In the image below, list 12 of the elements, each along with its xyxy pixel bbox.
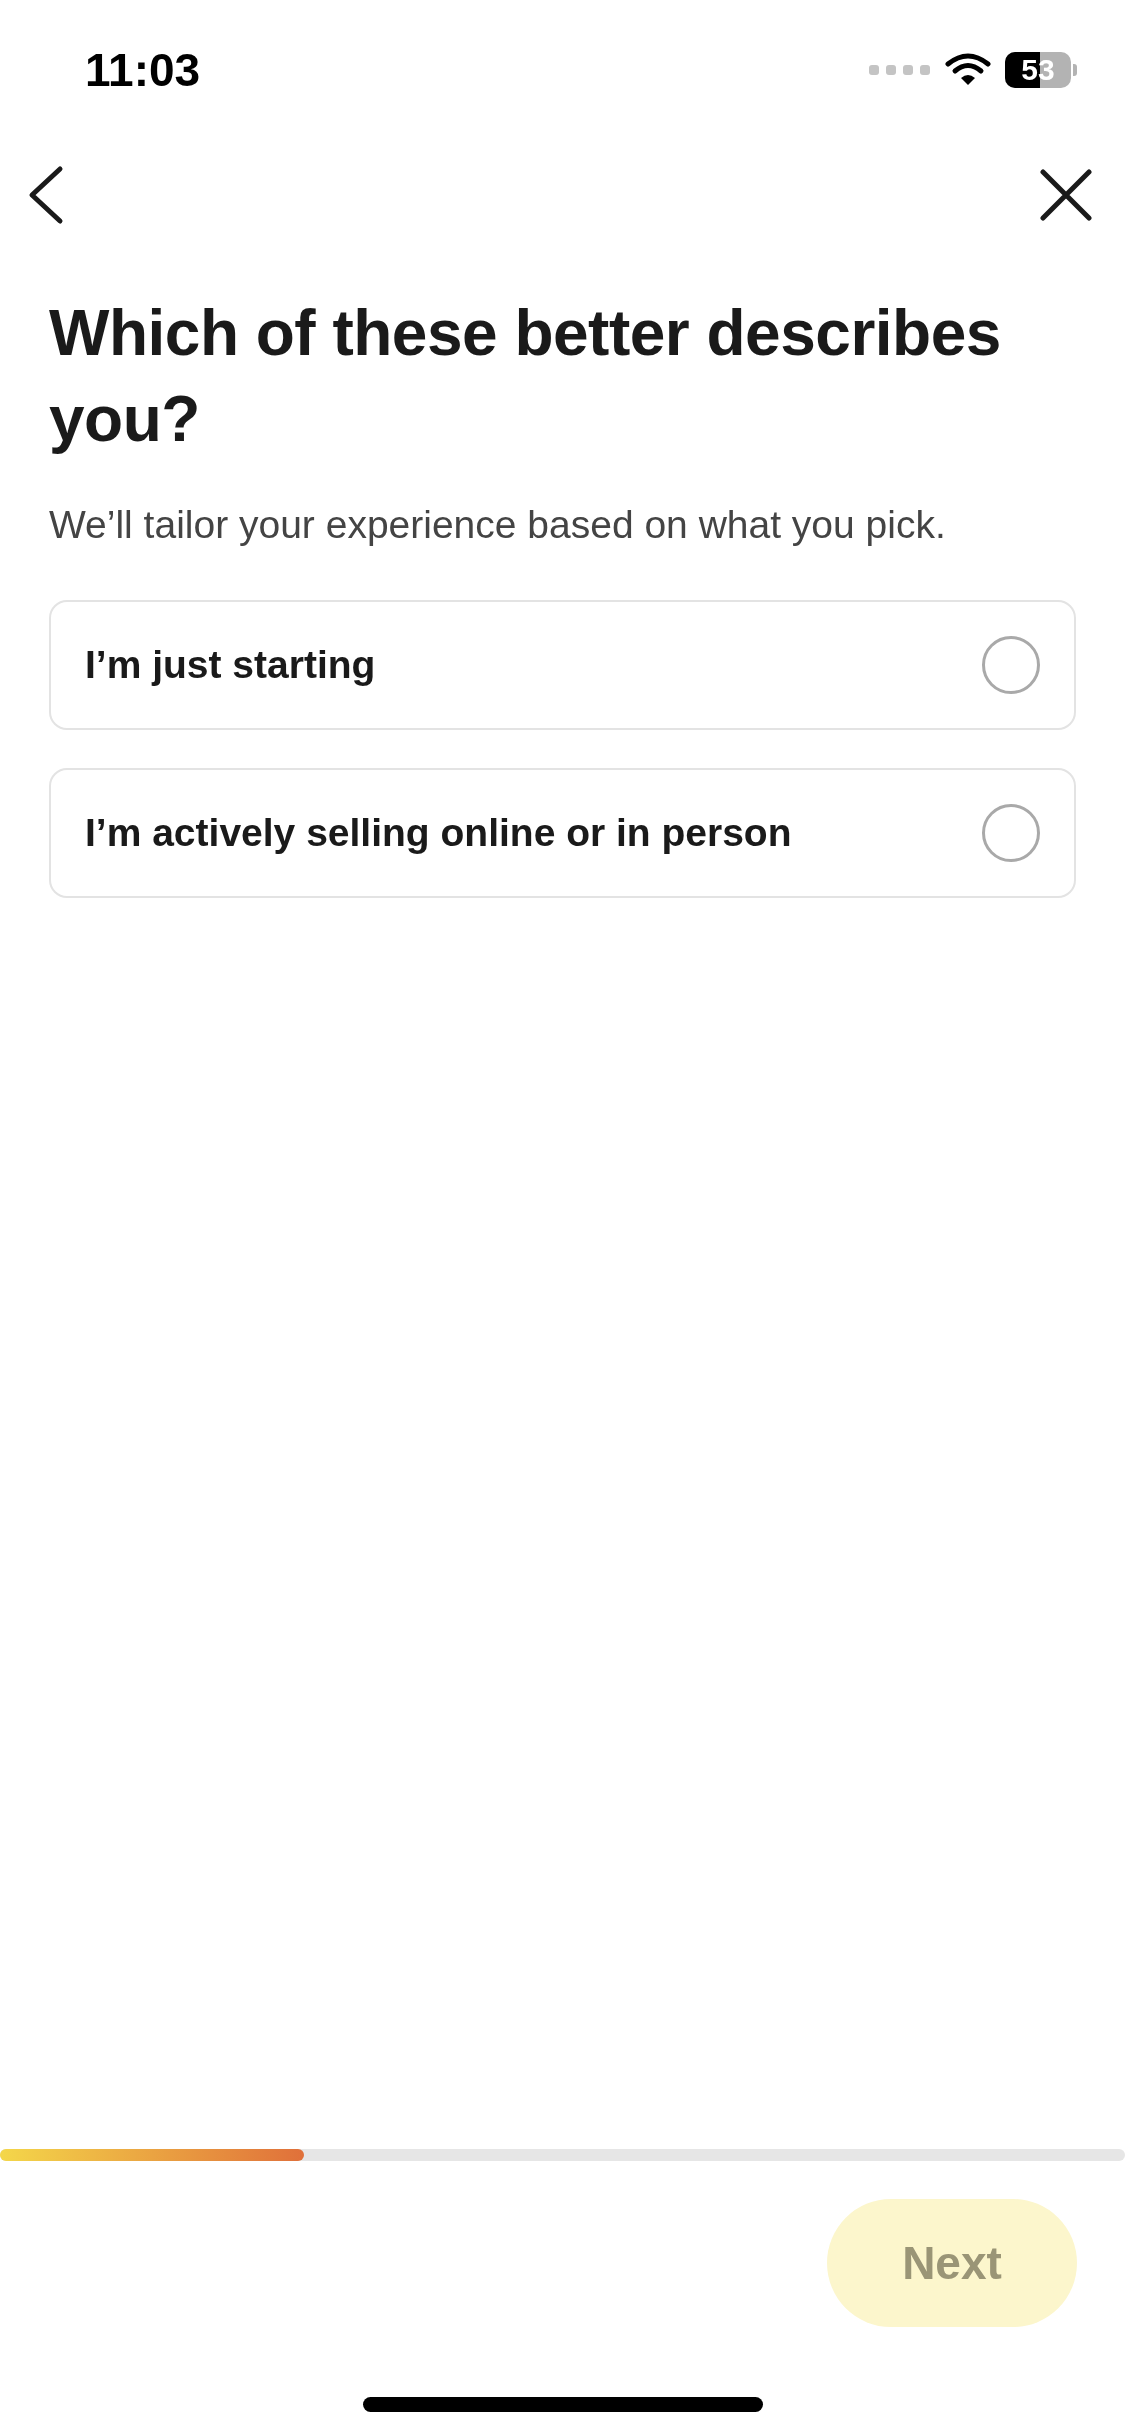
option-label: I’m just starting [85, 643, 376, 687]
option-label: I’m actively selling online or in person [85, 811, 792, 855]
option-card[interactable]: I’m actively selling online or in person [49, 768, 1076, 898]
question-subtitle: We’ll tailor your experience based on what you pick. [49, 502, 947, 548]
question-title: Which of these better describes you? [49, 296, 1002, 457]
option-card[interactable]: I’m just starting [49, 600, 1076, 730]
status-time: 11:03 [85, 43, 201, 97]
close-icon[interactable] [1040, 169, 1092, 221]
radio-button[interactable] [982, 804, 1040, 862]
wifi-icon [945, 53, 991, 87]
signal-icon [869, 62, 931, 78]
radio-button[interactable] [982, 636, 1040, 694]
